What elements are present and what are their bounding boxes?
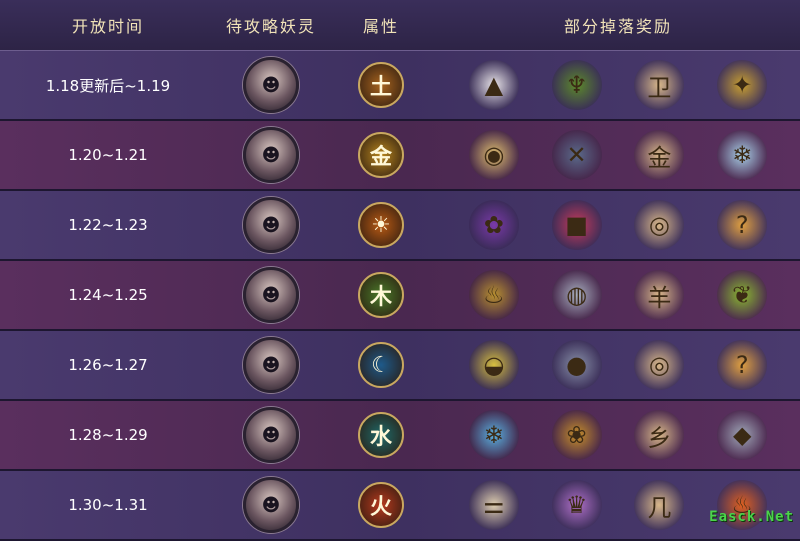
armored-demon-portrait-icon[interactable]: ☻ <box>243 477 299 533</box>
golden-cauldron-icon[interactable]: ♨ <box>468 270 519 320</box>
attribute-cell: ☀ <box>326 202 436 248</box>
table-body: 1.18更新后~1.19 ☻ 土 ▲ ♆ 卫 ✦ 1.20~1.21 ☻ 金 ◉ ✕ 金 ❄ 1.22~1.… <box>0 51 800 541</box>
attribute-cell: 金 <box>326 132 436 178</box>
demon-cell: ☻ <box>216 197 326 253</box>
drop-rewards: ♨ ◍ 羊 ❦ <box>436 270 800 320</box>
demon-cell: ☻ <box>216 127 326 183</box>
drop-rewards: ▲ ♆ 卫 ✦ <box>436 60 800 110</box>
hooded-demon-portrait-icon[interactable]: ☻ <box>243 197 299 253</box>
rune-stone-icon[interactable]: 卫 <box>634 60 685 110</box>
wood-attribute-icon: 木 <box>358 272 404 318</box>
pale-lady-demon-portrait-icon[interactable]: ☻ <box>243 337 299 393</box>
demon-cell: ☻ <box>216 267 326 323</box>
header-attribute: 属性 <box>362 17 399 36</box>
header-target-demon: 待攻略妖灵 <box>225 17 316 36</box>
open-time: 1.24~1.25 <box>68 286 148 304</box>
golden-fruit-icon[interactable]: ❀ <box>551 410 602 460</box>
moon-attribute-icon: ☾ <box>358 342 404 388</box>
table-row: 1.18更新后~1.19 ☻ 土 ▲ ♆ 卫 ✦ <box>0 51 800 121</box>
ice-crystal-orb-icon[interactable]: ❄ <box>717 130 768 180</box>
table-row: 1.28~1.29 ☻ 水 ❄ ❀ 乡 ◆ <box>0 401 800 471</box>
table-row: 1.26~1.27 ☻ ☾ ◒ ● ◎? <box>0 331 800 401</box>
question-mark-icon[interactable]: ? <box>717 340 768 390</box>
open-time: 1.22~1.23 <box>68 216 148 234</box>
open-time: 1.18更新后~1.19 <box>45 76 171 95</box>
attribute-cell: 木 <box>326 272 436 318</box>
table-row: 1.20~1.21 ☻ 金 ◉ ✕ 金 ❄ <box>0 121 800 191</box>
gold-ingot-icon[interactable]: ◒ <box>468 340 519 390</box>
attribute-cell: 水 <box>326 412 436 458</box>
green-leaf-stone-icon[interactable]: ❦ <box>717 270 768 320</box>
attribute-cell: 火 <box>326 482 436 528</box>
attribute-cell: ☾ <box>326 342 436 388</box>
rune-stone-icon[interactable]: 金 <box>634 130 685 180</box>
red-haired-demon-portrait-icon[interactable]: ☻ <box>243 57 299 113</box>
crowned-demon-portrait-icon[interactable]: ☻ <box>243 407 299 463</box>
open-time: 1.30~1.31 <box>68 496 148 514</box>
table-row: 1.22~1.23 ☻ ☀ ✿ ■ ◎? <box>0 191 800 261</box>
drop-rewards: ◉ ✕ 金 ❄ <box>436 130 800 180</box>
dark-pearl-icon[interactable]: ● <box>551 340 602 390</box>
blue-crossbow-icon[interactable]: ✕ <box>551 130 602 180</box>
purple-feather-icon[interactable]: ✿ <box>468 200 519 250</box>
demon-cell: ☻ <box>216 477 326 533</box>
event-schedule-table: 开放时间 待攻略妖灵 属性 部分掉落奖励 1.18更新后~1.19 ☻ 土 ▲ ♆ 卫 ✦ 1… <box>0 0 800 541</box>
drop-rewards: ✿ ■ ◎? <box>436 200 800 250</box>
silver-shard-icon[interactable]: ◆ <box>717 410 768 460</box>
demon-cell: ☻ <box>216 337 326 393</box>
header-open-time: 开放时间 <box>71 17 144 36</box>
red-treasure-box-icon[interactable]: ■ <box>551 200 602 250</box>
earth-attribute-icon: 土 <box>358 62 404 108</box>
water-attribute-icon: 水 <box>358 412 404 458</box>
rune-stone-icon[interactable]: ◎ <box>634 340 685 390</box>
metal-attribute-icon: 金 <box>358 132 404 178</box>
header-drop-rewards: 部分掉落奖励 <box>563 17 672 36</box>
attribute-cell: 土 <box>326 62 436 108</box>
table-header: 开放时间 待攻略妖灵 属性 部分掉落奖励 <box>0 0 800 51</box>
table-row: 1.24~1.25 ☻ 木 ♨ ◍ 羊 ❦ <box>0 261 800 331</box>
open-time: 1.28~1.29 <box>68 426 148 444</box>
rune-stone-icon[interactable]: 乡 <box>634 410 685 460</box>
black-haired-demon-portrait-icon[interactable]: ☻ <box>243 267 299 323</box>
rune-stone-icon[interactable]: 几 <box>634 480 685 530</box>
drop-rewards: ◒ ● ◎? <box>436 340 800 390</box>
bone-icon[interactable]: ⚌ <box>468 480 519 530</box>
golden-ore-icon[interactable]: ✦ <box>717 60 768 110</box>
drop-rewards: ❄ ❀ 乡 ◆ <box>436 410 800 460</box>
demon-cell: ☻ <box>216 407 326 463</box>
fire-attribute-icon: 火 <box>358 482 404 528</box>
sun-attribute-icon: ☀ <box>358 202 404 248</box>
watermark: Easck.Net <box>709 509 794 525</box>
rune-stone-icon[interactable]: ◎ <box>634 200 685 250</box>
white-powder-pile-icon[interactable]: ▲ <box>468 60 519 110</box>
fox-mask-icon[interactable]: ♛ <box>551 480 602 530</box>
green-bronze-vessel-icon[interactable]: ♆ <box>551 60 602 110</box>
open-time: 1.26~1.27 <box>68 356 148 374</box>
rune-stone-icon[interactable]: 羊 <box>634 270 685 320</box>
crystal-orb-stand-icon[interactable]: ◉ <box>468 130 519 180</box>
table-row: 1.30~1.31 ☻ 火 ⚌ ♛ 几 ♨ <box>0 471 800 541</box>
snowflake-icon[interactable]: ❄ <box>468 410 519 460</box>
white-haired-demon-portrait-icon[interactable]: ☻ <box>243 127 299 183</box>
demon-cell: ☻ <box>216 57 326 113</box>
open-time: 1.20~1.21 <box>68 146 148 164</box>
silver-gourd-icon[interactable]: ◍ <box>551 270 602 320</box>
question-mark-icon[interactable]: ? <box>717 200 768 250</box>
